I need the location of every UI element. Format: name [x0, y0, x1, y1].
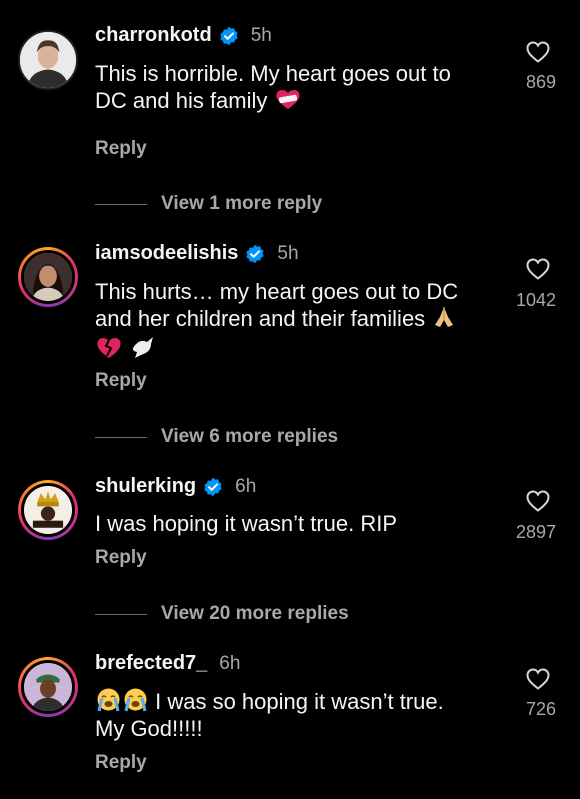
reply-button[interactable]: Reply [95, 547, 147, 569]
comment-text-line: I was so hoping it wasn’t true. [155, 689, 444, 714]
like-count[interactable]: 2897 [486, 522, 556, 543]
comments-feed: charronkotd 5h This is horrible. My hear… [0, 0, 580, 799]
username[interactable]: iamsodeelishis [95, 242, 238, 265]
comment-text-line: and her children and their families [95, 306, 426, 331]
comment-text: I was hoping it wasn’t true. RIP [95, 510, 495, 537]
comment-text-line: I was hoping it wasn’t true. RIP [95, 511, 398, 536]
avatar[interactable] [18, 247, 78, 307]
loudly-crying-face-emoji [97, 688, 120, 712]
comment-text: This hurts… my heart goes out to DC and … [95, 278, 495, 363]
divider [95, 613, 147, 615]
heart-icon[interactable] [526, 41, 550, 63]
reply-button[interactable]: Reply [95, 138, 147, 160]
view-more-replies-button[interactable]: View 1 more reply [95, 193, 322, 215]
reply-button[interactable]: Reply [95, 370, 147, 392]
comment-text-line: My God!!!!! [95, 716, 203, 741]
comment-text: This is horrible. My heart goes out to D… [95, 60, 495, 114]
view-more-replies-button[interactable]: View 20 more replies [95, 603, 349, 625]
verified-badge-icon [246, 244, 265, 263]
reply-button[interactable]: Reply [95, 752, 147, 774]
avatar[interactable] [18, 657, 78, 717]
username[interactable]: brefected7_ [95, 652, 207, 675]
dove-emoji [132, 337, 154, 358]
avatar-image [24, 486, 72, 534]
divider [95, 436, 147, 438]
view-more-replies-button[interactable]: View 6 more replies [95, 426, 338, 448]
avatar[interactable] [18, 30, 78, 90]
username[interactable]: shulerking [95, 475, 196, 498]
broken-heart-emoji [97, 338, 121, 358]
view-more-replies-label: View 1 more reply [161, 193, 323, 214]
timestamp: 6h [219, 652, 241, 674]
heart-icon[interactable] [526, 258, 550, 280]
folded-hands-emoji [435, 307, 454, 327]
avatar-image [20, 32, 76, 88]
loudly-crying-face-emoji [124, 688, 147, 712]
comment-text: I was so hoping it wasn’t true. My God!!… [95, 687, 495, 742]
like-count[interactable]: 869 [486, 72, 556, 93]
avatar-image [24, 253, 72, 301]
heart-icon[interactable] [526, 490, 550, 512]
heart-icon[interactable] [526, 668, 550, 690]
avatar-image [24, 663, 72, 711]
divider [95, 203, 147, 205]
username[interactable]: charronkotd [95, 24, 212, 47]
comment-text-line: DC and his family [95, 88, 268, 113]
comment-text-line: This is horrible. My heart goes out to [95, 61, 451, 86]
verified-badge-icon [204, 477, 222, 496]
timestamp: 5h [250, 24, 272, 46]
avatar[interactable] [18, 480, 78, 540]
like-count[interactable]: 726 [486, 699, 556, 720]
like-count[interactable]: 1042 [486, 290, 556, 311]
timestamp: 6h [235, 475, 257, 497]
comment-text-line: This hurts… my heart goes out to DC [95, 279, 459, 304]
mending-heart-emoji [275, 90, 300, 109]
view-more-replies-label: View 6 more replies [161, 426, 339, 447]
verified-badge-icon [220, 26, 238, 45]
timestamp: 5h [277, 242, 299, 264]
view-more-replies-label: View 20 more replies [161, 603, 349, 624]
